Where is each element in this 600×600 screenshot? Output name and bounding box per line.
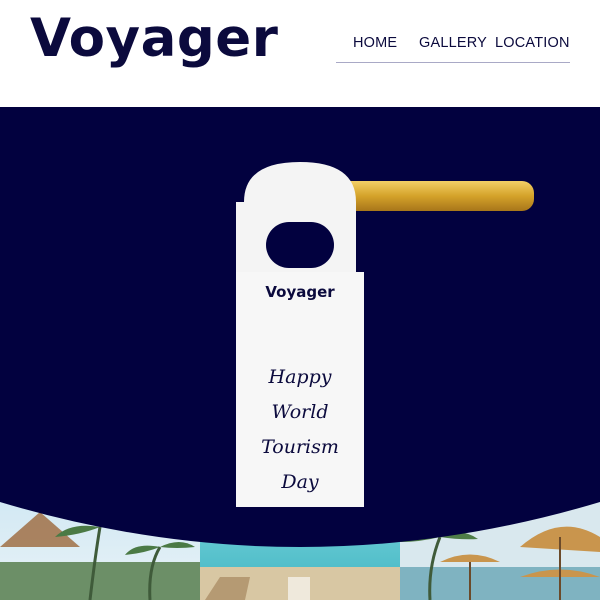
hanger-message: Happy World Tourism Day [236, 360, 364, 500]
site-logo[interactable]: Voyager [30, 8, 278, 69]
door-hanger: Voyager Happy World Tourism Day [236, 162, 364, 507]
hanger-line: Happy [268, 366, 332, 388]
site-header: Voyager HOME GALLERY LOCATION [0, 0, 600, 107]
nav-link-location[interactable]: LOCATION [495, 35, 570, 51]
hero-section: Voyager Happy World Tourism Day [0, 107, 600, 600]
nav-link-gallery[interactable]: GALLERY [419, 35, 487, 51]
main-nav: HOME GALLERY LOCATION [336, 35, 570, 63]
hanger-line: Day [281, 471, 319, 493]
nav-link-home[interactable]: HOME [353, 35, 397, 51]
hanger-brand: Voyager [265, 283, 335, 301]
hanger-line: World [271, 401, 329, 423]
hanger-line: Tourism [261, 436, 339, 458]
